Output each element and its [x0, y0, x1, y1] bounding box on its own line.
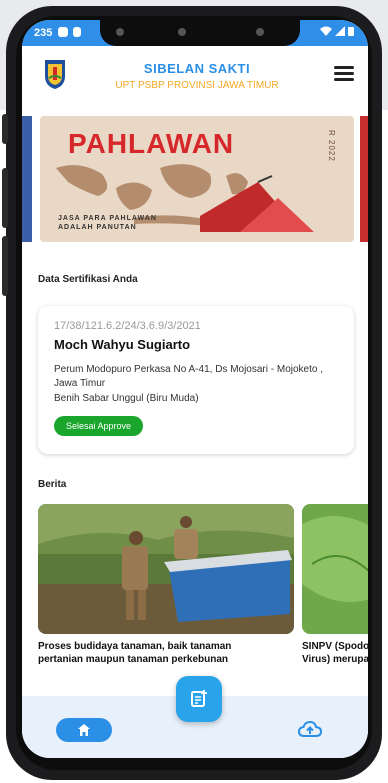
banner-slide[interactable]: PAHLAWAN R 2022 JASA PARA PAHLAWAN ADALA… [40, 116, 354, 242]
cloud-upload-icon [297, 720, 323, 737]
side-button-mute [2, 114, 8, 144]
news-section-label: Berita [38, 479, 67, 490]
camera-notch [100, 20, 300, 46]
side-button-volume-up [2, 168, 8, 228]
news-card-image-2[interactable] [302, 504, 368, 634]
status-bar: 235 [22, 20, 368, 46]
certificate-holder-name: Moch Wahyu Sugiarto [54, 337, 191, 352]
news-card-image[interactable] [38, 504, 294, 634]
menu-bar-top [334, 66, 354, 69]
nav-home-button[interactable] [56, 718, 112, 742]
side-button-volume-down [2, 236, 8, 296]
status-right-icons [320, 26, 354, 36]
wifi-icon [320, 26, 332, 36]
app-screen: 235 SIBELAN SAKTI UPT PSBP PROVINSI JAWA… [22, 20, 368, 758]
add-certificate-fab[interactable] [176, 676, 222, 722]
menu-bar-middle [334, 72, 354, 75]
app-title: SIBELAN SAKTI [143, 61, 251, 76]
sensor-dot-right [256, 28, 264, 36]
app-subtitle: UPT PSBP PROVINSI JAWA TIMUR [115, 80, 279, 91]
certificate-seed-type: Benih Sabar Unggul (Biru Muda) [54, 393, 199, 404]
banner-side-text: R 2022 [327, 130, 336, 162]
notification-icon [58, 27, 68, 37]
news-title-2[interactable]: SINPV (Spodo Virus) merupa [302, 640, 368, 666]
banner-carousel[interactable]: PAHLAWAN R 2022 JASA PARA PAHLAWAN ADALA… [22, 112, 368, 244]
home-icon [78, 724, 90, 736]
app-header: SIBELAN SAKTI UPT PSBP PROVINSI JAWA TIM… [22, 46, 368, 110]
signal-icon [335, 26, 345, 36]
sim-icon [73, 27, 81, 37]
certificate-card[interactable]: 17/38/121.6.2/24/3.6.9/3/2021 Moch Wahyu… [38, 306, 354, 454]
nav-upload-button[interactable] [297, 720, 323, 740]
banner-caption-line2: ADALAH PANUTAN [58, 224, 137, 231]
certificate-address: Perum Modopuro Perkasa No A-41, Ds Mojos… [54, 364, 323, 389]
news-title-1[interactable]: Proses budidaya tanaman, baik tanaman pe… [38, 640, 278, 666]
battery-icon [348, 27, 354, 36]
banner-next-slide[interactable] [360, 116, 368, 242]
menu-button[interactable] [334, 66, 354, 82]
camera-dot [178, 28, 186, 36]
certificate-number: 17/38/121.6.2/24/3.6.9/3/2021 [54, 320, 201, 332]
jatim-logo-icon [45, 60, 65, 89]
certificate-section-label: Data Sertifikasi Anda [38, 274, 138, 285]
menu-bar-bottom [334, 78, 354, 81]
banner-caption-line1: JASA PARA PAHLAWAN [58, 215, 157, 222]
banner-prev-slide[interactable] [22, 116, 32, 242]
banner-caption: JASA PARA PAHLAWAN ADALAH PANUTAN [58, 214, 157, 232]
banner-title: PAHLAWAN [68, 128, 235, 159]
sensor-dot [116, 28, 124, 36]
news-photo-leaves [302, 504, 368, 634]
note-add-icon [191, 690, 207, 707]
status-time: 235 [34, 27, 53, 39]
news-photo-farming [38, 504, 294, 634]
status-badge: Selesai Approve [54, 416, 144, 436]
